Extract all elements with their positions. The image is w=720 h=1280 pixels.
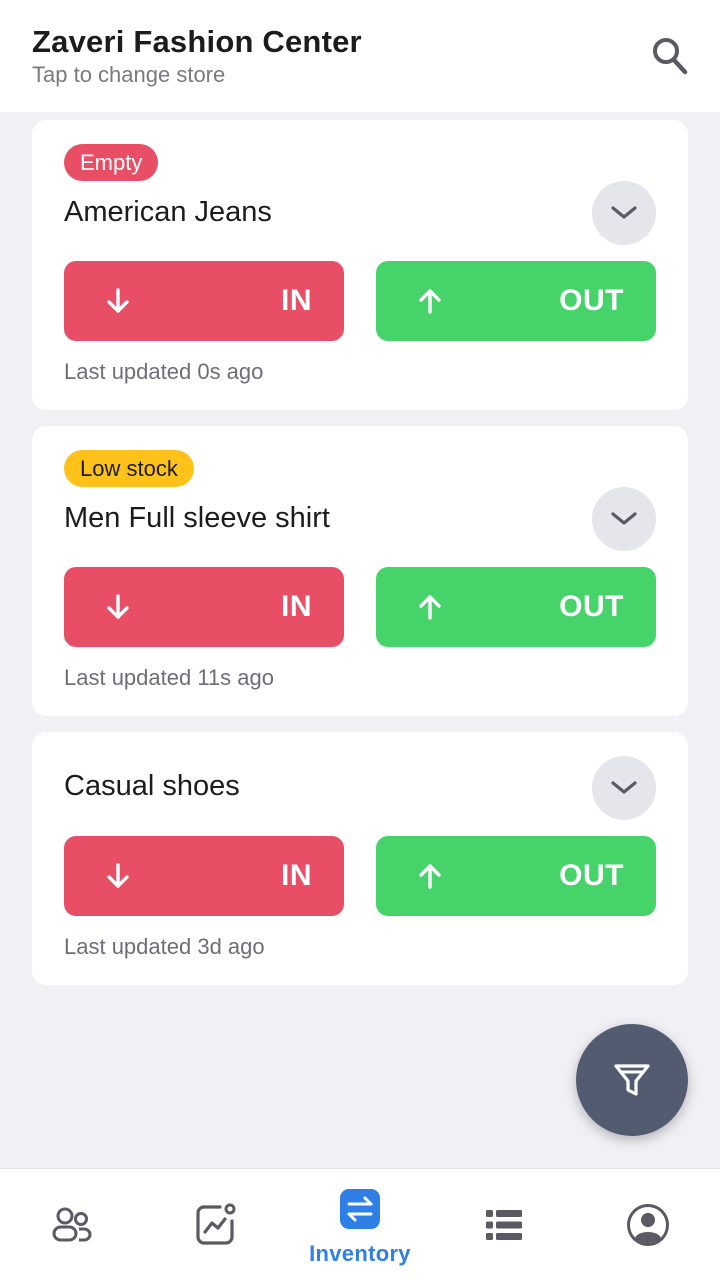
chevron-down-icon [611,206,637,219]
stock-in-label: IN [281,284,312,317]
expand-button[interactable] [592,756,656,820]
status-badge: Empty [64,144,159,181]
filter-button[interactable] [576,1024,688,1136]
arrow-down-icon [107,863,129,888]
stock-out-button[interactable]: OUT [376,567,656,647]
stock-out-button[interactable]: OUT [376,261,656,341]
item-name: American Jeans [64,196,272,228]
inventory-card: Casual shoes IN OUT Last updated 3d ago [32,732,688,985]
search-button[interactable] [648,34,692,78]
item-name: Casual shoes [64,770,240,802]
inventory-card: Low stock Men Full sleeve shirt IN OUT L… [32,426,688,716]
nav-inventory[interactable]: Inventory [288,1169,432,1280]
last-updated: Last updated 3d ago [64,934,265,959]
nav-customers[interactable] [0,1169,144,1280]
last-updated: Last updated 11s ago [64,665,274,690]
stock-in-label: IN [281,590,312,623]
status-badge: Low stock [64,450,194,487]
store-name[interactable]: Zaveri Fashion Center [32,24,362,60]
inventory-card: Empty American Jeans IN OUT Last updated… [32,120,688,410]
nav-list[interactable] [432,1169,576,1280]
stock-in-button[interactable]: IN [64,836,344,916]
users-icon [52,1207,92,1242]
item-name: Men Full sleeve shirt [64,502,330,534]
arrow-up-icon [419,864,441,889]
stock-out-button[interactable]: OUT [376,836,656,916]
stock-in-label: IN [281,859,312,892]
arrow-up-icon [419,595,441,620]
stock-in-button[interactable]: IN [64,261,344,341]
arrow-down-icon [107,288,129,313]
stock-out-label: OUT [559,859,624,892]
stock-in-button[interactable]: IN [64,567,344,647]
list-icon [486,1210,522,1240]
chevron-down-icon [611,781,637,794]
transfer-icon [340,1189,380,1229]
store-change-hint[interactable]: Tap to change store [32,62,225,88]
nav-inventory-label: Inventory [309,1241,411,1266]
expand-button[interactable] [592,487,656,551]
arrow-up-icon [419,289,441,314]
bottom-nav: Inventory [0,1168,720,1280]
last-updated: Last updated 0s ago [64,359,264,384]
nav-reports[interactable] [144,1169,288,1280]
nav-profile[interactable] [576,1169,720,1280]
stock-out-label: OUT [559,590,624,623]
app-header: Zaveri Fashion Center Tap to change stor… [0,0,720,112]
arrow-down-icon [107,594,129,619]
chevron-down-icon [611,512,637,525]
search-icon [653,38,688,75]
filter-icon [614,1064,650,1096]
profile-icon [627,1204,669,1246]
expand-button[interactable] [592,181,656,245]
trend-chart-icon [196,1203,236,1245]
stock-out-label: OUT [559,284,624,317]
